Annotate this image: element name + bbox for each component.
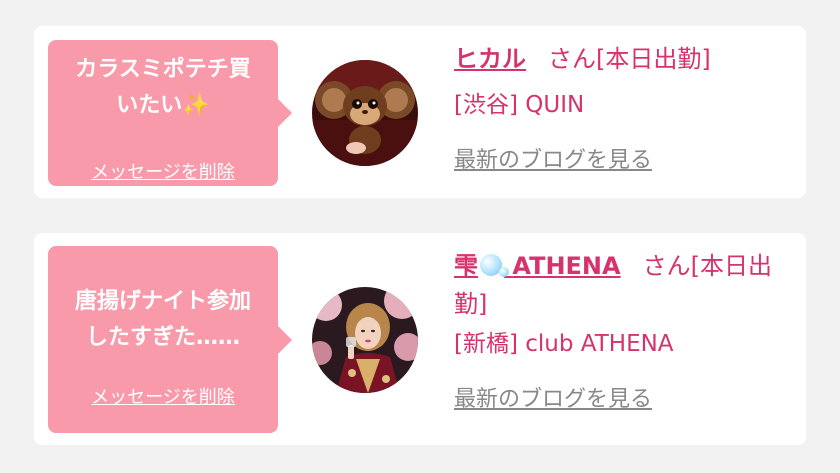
message-card: 唐揚げナイト参加 したすぎた…… メッセージを削除 雫 ATHENA さん[本日… bbox=[34, 233, 806, 445]
avatar[interactable] bbox=[312, 287, 418, 393]
cast-name-link[interactable]: ヒカル bbox=[454, 45, 526, 73]
cast-name: ATHENA bbox=[512, 252, 621, 280]
message-card: カラスミポテチ買 いたい✨ メッセージを削除 ヒカル さん[本日出勤] [渋谷]… bbox=[34, 26, 806, 198]
bubbles-icon bbox=[480, 254, 509, 277]
latest-blog-link[interactable]: 最新のブログを見る bbox=[454, 142, 652, 174]
cast-name-prefix: 雫 bbox=[454, 252, 478, 280]
message-bubble: カラスミポテチ買 いたい✨ メッセージを削除 bbox=[48, 40, 292, 186]
shop-location: [新橋] club ATHENA bbox=[454, 331, 674, 357]
delete-message-link[interactable]: メッセージを削除 bbox=[48, 383, 278, 409]
cast-info: 雫 ATHENA さん[本日出 勤] [新橋] club ATHENA 最新のブロ… bbox=[454, 247, 792, 413]
avatar[interactable] bbox=[312, 60, 418, 166]
message-bubble: 唐揚げナイト参加 したすぎた…… メッセージを削除 bbox=[48, 246, 292, 433]
shop-location: [渋谷] QUIN bbox=[454, 92, 585, 118]
message-text: カラスミポテチ買 いたい✨ bbox=[75, 57, 251, 118]
latest-blog-link[interactable]: 最新のブログを見る bbox=[454, 381, 652, 413]
cast-info: ヒカル さん[本日出勤] [渋谷] QUIN 最新のブログを見る bbox=[454, 40, 792, 174]
name-suffix: さん[本日出勤] bbox=[548, 45, 711, 73]
message-text: 唐揚げナイト参加 したすぎた…… bbox=[74, 289, 251, 350]
cast-name-link[interactable]: 雫 ATHENA bbox=[454, 252, 621, 280]
name-line: ヒカル さん[本日出勤] bbox=[454, 40, 792, 78]
delete-message-link[interactable]: メッセージを削除 bbox=[48, 158, 278, 184]
name-line: 雫 ATHENA さん[本日出 勤] bbox=[454, 247, 792, 323]
